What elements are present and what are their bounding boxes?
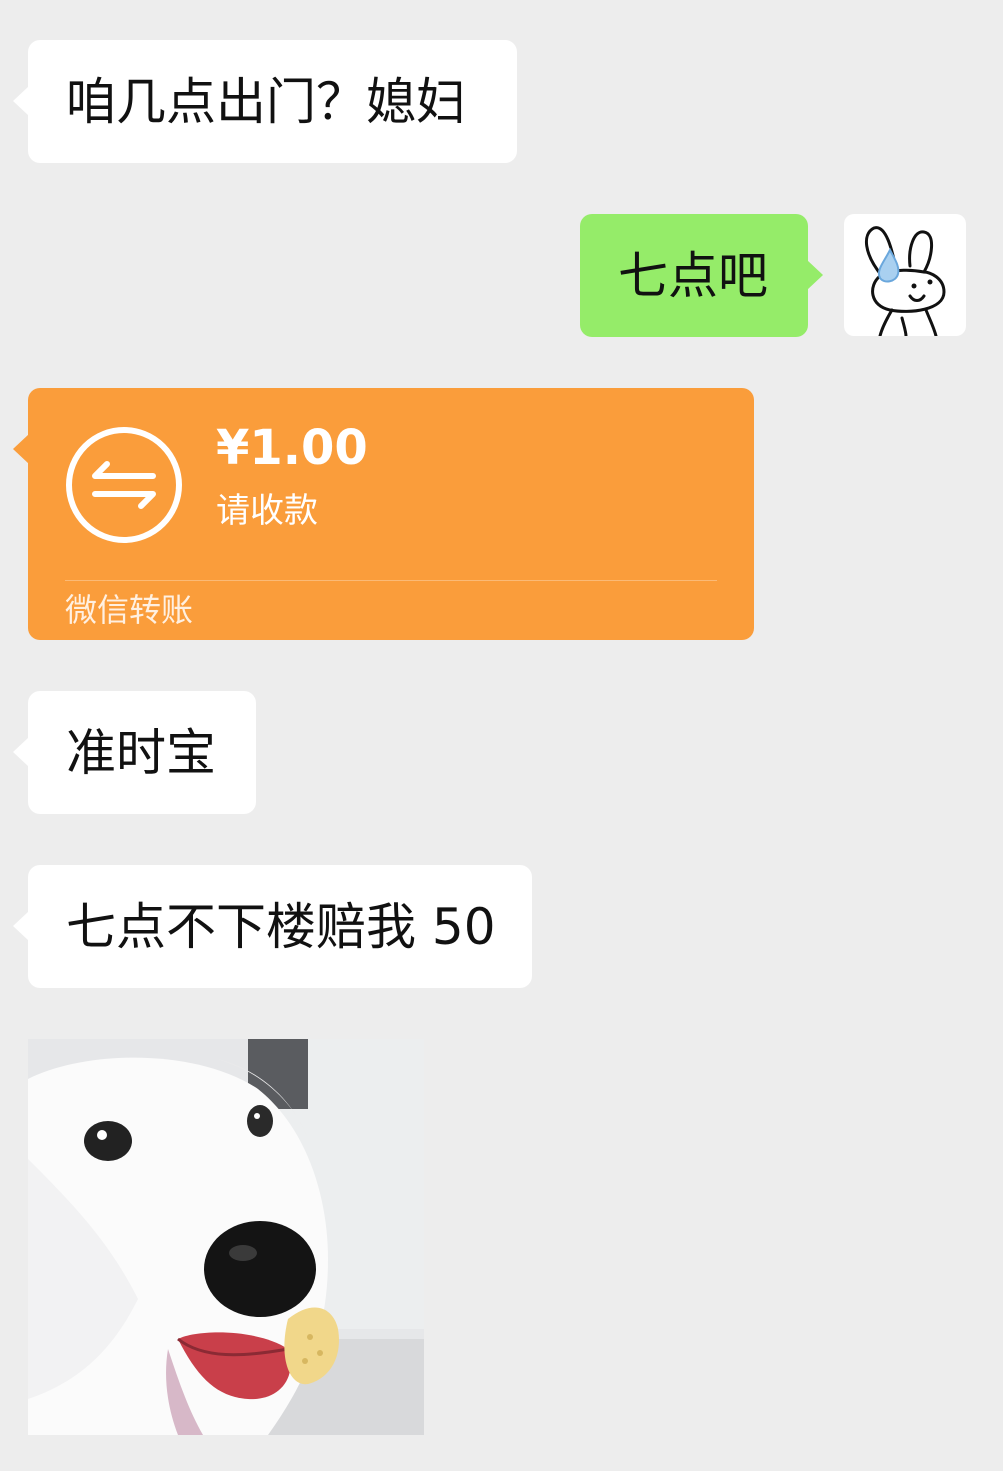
outgoing-message-bubble[interactable]: 七点吧 xyxy=(580,214,823,337)
incoming-message-bubble[interactable]: 咱几点出门？媳妇 xyxy=(13,40,517,163)
transfer-arrows-icon xyxy=(66,427,182,543)
message-text: 七点不下楼赔我 50 xyxy=(66,897,496,956)
transfer-footer-label: 微信转账 xyxy=(65,591,194,629)
image-message[interactable] xyxy=(28,1039,424,1435)
transfer-amount: ¥1.00 xyxy=(216,420,368,476)
message-text: 咱几点出门？媳妇 xyxy=(66,72,466,131)
transfer-message-card[interactable]: ¥1.00 请收款 微信转账 xyxy=(13,388,754,640)
message-text: 准时宝 xyxy=(66,723,216,782)
chat-window: 咱几点出门？媳妇 七点吧 ¥1.00 请收款 微信转账 准时宝 七点不下楼赔我 … xyxy=(0,0,1003,1471)
incoming-message-bubble[interactable]: 七点不下楼赔我 50 xyxy=(13,865,532,988)
transfer-status-text: 请收款 xyxy=(216,491,318,531)
message-text: 七点吧 xyxy=(618,246,768,305)
divider xyxy=(65,580,717,581)
my-avatar[interactable] xyxy=(844,214,966,336)
white-dog-sticker-image xyxy=(28,1039,424,1435)
bunny-sweat-avatar-icon xyxy=(865,226,946,336)
incoming-message-bubble[interactable]: 准时宝 xyxy=(13,691,256,814)
